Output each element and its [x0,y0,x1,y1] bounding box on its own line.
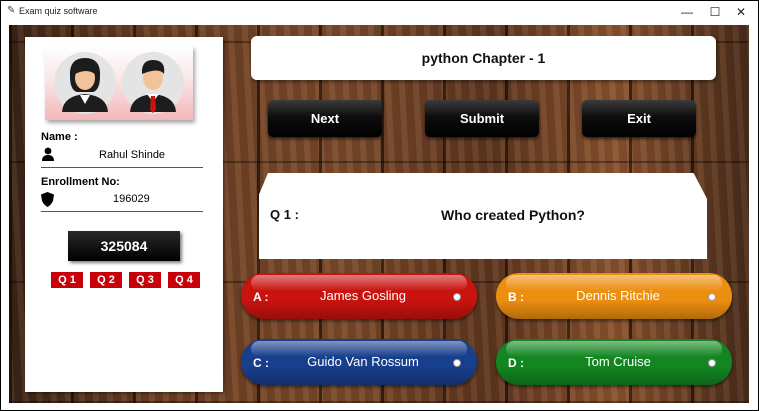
question-number: Q 1 : [270,207,299,222]
name-divider [41,167,203,168]
close-button[interactable]: ✕ [727,3,755,21]
male-avatar-icon [122,52,184,114]
option-d-letter: D : [508,356,524,370]
exam-code-display: 325084 [68,231,180,261]
option-d-radio[interactable] [708,359,716,367]
avatar-illustration [54,52,184,114]
option-d-button[interactable]: D : Tom Cruise [496,339,732,385]
title-bar: ✎ Exam quiz software — ☐ ✕ [1,1,758,23]
enrollment-divider [41,211,203,212]
option-c-text: Guido Van Rossum [307,354,419,369]
chapter-title: python Chapter - 1 [421,50,546,66]
question-tab-3[interactable]: Q 3 [129,272,161,288]
question-tab-4[interactable]: Q 4 [168,272,200,288]
option-b-letter: B : [508,290,524,304]
maximize-button[interactable]: ☐ [701,3,729,21]
app-window: ✎ Exam quiz software — ☐ ✕ Name: Rahul … [0,0,759,411]
question-tab-2[interactable]: Q 2 [90,272,122,288]
enrollment-number: 196029 [113,193,150,205]
feather-icon: ✎ [7,5,16,16]
student-name: Rahul Shinde [99,149,166,161]
option-a-text: James Gosling [320,288,406,303]
next-button[interactable]: Next [268,100,382,137]
option-c-button[interactable]: C : Guido Van Rossum [241,339,477,385]
window-title: Exam quiz software [19,6,98,16]
question-card: Q 1 : Who created Python? [259,173,707,259]
option-c-letter: C : [253,356,269,370]
option-a-button[interactable]: A : James Gosling [241,273,477,319]
shield-icon [41,192,54,212]
avatar-banner [45,46,193,120]
exit-button[interactable]: Exit [582,100,696,137]
option-b-radio[interactable] [708,293,716,301]
chapter-header: python Chapter - 1 [251,36,716,80]
option-d-text: Tom Cruise [585,354,651,369]
option-c-radio[interactable] [453,359,461,367]
minimize-button[interactable]: — [673,3,701,21]
option-a-radio[interactable] [453,293,461,301]
submit-button[interactable]: Submit [425,100,539,137]
option-b-text: Dennis Ritchie [576,288,660,303]
question-tab-1[interactable]: Q 1 [51,272,83,288]
person-icon [41,147,55,166]
option-b-button[interactable]: B : Dennis Ritchie [496,273,732,319]
name-label: Name : [41,131,78,143]
profile-panel: Name : Rahul Shinde Enrollment No: 19602… [25,37,223,392]
enrollment-label: Enrollment No: [41,176,120,188]
female-avatar-icon [54,52,116,114]
option-a-letter: A : [253,290,269,304]
question-text: Who created Python? [441,207,585,223]
